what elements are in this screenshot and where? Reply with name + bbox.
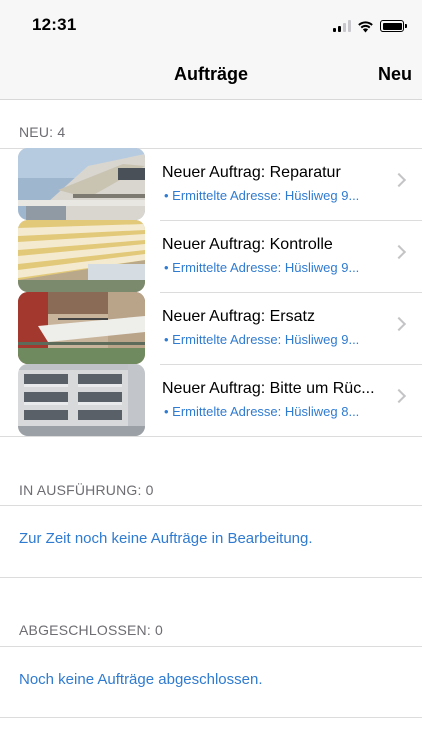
cellular-signal-icon <box>333 20 351 32</box>
wifi-icon <box>358 20 373 32</box>
list-item[interactable]: Neuer Auftrag: Bitte um Rüc... • Ermitte… <box>0 364 422 436</box>
status-icons <box>333 18 407 34</box>
separator <box>0 646 422 647</box>
orders-list[interactable]: NEU: 4 Neuer Auftrag: Reparatur • Ermitt… <box>0 100 422 750</box>
list-item[interactable]: Neuer Auftrag: Kontrolle • Ermittelte Ad… <box>0 220 422 292</box>
list-item[interactable]: Neuer Auftrag: Ersatz • Ermittelte Adres… <box>0 292 422 364</box>
chevron-right-icon <box>391 388 407 404</box>
separator <box>0 577 422 578</box>
order-title: Neuer Auftrag: Reparatur <box>162 164 341 181</box>
battery-icon <box>380 20 407 32</box>
awning-photo-1 <box>18 148 145 220</box>
order-title: Neuer Auftrag: Bitte um Rüc... <box>162 380 375 397</box>
list-item[interactable]: Neuer Auftrag: Reparatur • Ermittelte Ad… <box>0 148 422 220</box>
order-address: • Ermittelte Adresse: Hüsliweg 9... <box>164 260 360 275</box>
chevron-right-icon <box>391 172 407 188</box>
section-header-new: NEU: 4 <box>19 124 66 140</box>
chevron-right-icon <box>391 316 407 332</box>
section-header-in-progress: IN AUSFÜHRUNG: 0 <box>19 482 154 498</box>
order-address: • Ermittelte Adresse: Hüsliweg 8... <box>164 404 360 419</box>
chevron-right-icon <box>391 244 407 260</box>
separator <box>0 436 422 437</box>
order-title: Neuer Auftrag: Kontrolle <box>162 236 333 253</box>
separator <box>0 717 422 718</box>
status-time: 12:31 <box>32 15 77 34</box>
order-address: • Ermittelte Adresse: Hüsliweg 9... <box>164 332 360 347</box>
completed-empty-message: Noch keine Aufträge abgeschlossen. <box>19 671 263 688</box>
awning-photo-3 <box>18 292 145 364</box>
status-bar: 12:31 <box>0 0 422 52</box>
order-address: • Ermittelte Adresse: Hüsliweg 9... <box>164 188 360 203</box>
page-title: Aufträge <box>173 64 248 84</box>
new-order-button[interactable]: Neu <box>378 64 412 85</box>
order-title: Neuer Auftrag: Ersatz <box>162 308 315 325</box>
section-header-completed: ABGESCHLOSSEN: 0 <box>19 622 164 638</box>
awning-photo-4 <box>18 364 145 436</box>
navigation-bar: Aufträge Neu <box>0 52 422 100</box>
separator <box>0 505 422 506</box>
in-progress-empty-message: Zur Zeit noch keine Aufträge in Bearbeit… <box>19 530 313 547</box>
awning-photo-2 <box>18 220 145 292</box>
